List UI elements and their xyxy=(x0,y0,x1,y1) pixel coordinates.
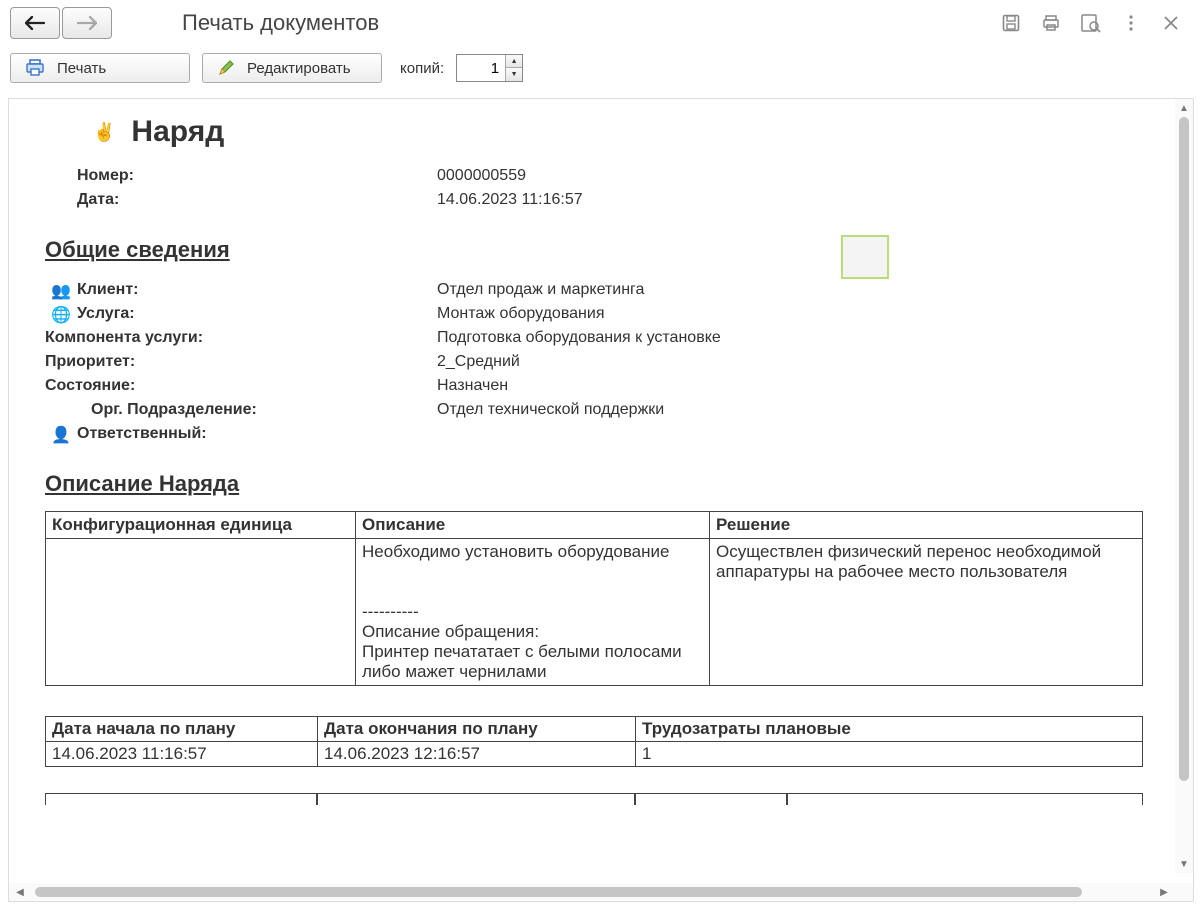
resp-label: Ответственный: xyxy=(77,425,437,443)
scroll-down-arrow[interactable]: ▼ xyxy=(1179,855,1189,873)
task-icon: ✌️ xyxy=(93,122,115,143)
printed-document: ✌️ Наряд Номер: 0000000559 Дата: 14.06.2… xyxy=(9,99,1193,883)
document-heading: Наряд xyxy=(131,115,224,149)
table1-h2: Описание xyxy=(356,512,710,539)
component-label: Компонента услуги: xyxy=(45,329,437,347)
print-button-label: Печать xyxy=(57,60,106,77)
save-icon[interactable] xyxy=(1000,12,1022,34)
more-icon[interactable] xyxy=(1120,12,1142,34)
users-icon: 👥 xyxy=(45,281,77,301)
globe-icon: 🌐 xyxy=(45,305,77,325)
scroll-left-arrow[interactable]: ◀ xyxy=(9,887,31,898)
scroll-thumb-v[interactable] xyxy=(1179,117,1189,781)
print-button[interactable]: Печать xyxy=(10,53,190,83)
image-placeholder xyxy=(841,235,889,279)
printer-icon xyxy=(25,59,45,77)
number-label: Номер: xyxy=(77,167,437,185)
person-icon: 👤 xyxy=(45,425,77,445)
copies-label: копий: xyxy=(400,60,444,77)
copies-input[interactable] xyxy=(457,55,505,81)
scroll-right-arrow[interactable]: ▶ xyxy=(1153,887,1175,898)
spinner-down[interactable]: ▼ xyxy=(506,68,522,81)
edit-button[interactable]: Редактировать xyxy=(202,53,382,83)
plan-h2: Дата окончания по плану xyxy=(318,717,636,742)
nav-forward-button[interactable] xyxy=(62,7,112,39)
edit-button-label: Редактировать xyxy=(247,60,351,77)
service-label: Услуга: xyxy=(77,305,437,323)
org-value: Отдел технической поддержки xyxy=(437,401,1157,419)
horizontal-scrollbar[interactable]: ◀ ▶ xyxy=(9,883,1175,901)
state-label: Состояние: xyxy=(45,377,437,395)
table1-h1: Конфигурационная единица xyxy=(46,512,356,539)
spinner-up[interactable]: ▲ xyxy=(506,55,522,68)
scroll-thumb-h[interactable] xyxy=(35,887,1082,897)
table1-r1c1 xyxy=(46,539,356,686)
plan-r1c1: 14.06.2023 11:16:57 xyxy=(46,742,318,767)
arrow-left-icon xyxy=(25,16,45,30)
pencil-icon xyxy=(217,59,235,77)
section-desc-title: Описание Наряда xyxy=(45,471,1157,497)
section-general-title: Общие сведения xyxy=(45,237,1157,263)
titlebar: Печать документов xyxy=(0,0,1202,46)
toolbar: Печать Редактировать копий: ▲ ▼ xyxy=(0,46,1202,90)
print-icon[interactable] xyxy=(1040,12,1062,34)
document-viewport: ✌️ Наряд Номер: 0000000559 Дата: 14.06.2… xyxy=(8,98,1194,902)
nav-back-button[interactable] xyxy=(10,7,60,39)
client-label: Клиент: xyxy=(77,281,437,299)
scroll-up-arrow[interactable]: ▲ xyxy=(1179,99,1189,117)
table1-h3: Решение xyxy=(710,512,1143,539)
preview-icon[interactable] xyxy=(1080,12,1102,34)
number-value: 0000000559 xyxy=(437,167,1157,185)
plan-h3: Трудозатраты плановые xyxy=(636,717,1143,742)
arrow-right-icon xyxy=(77,16,97,30)
date-label: Дата: xyxy=(77,191,437,209)
table-cutoff xyxy=(45,793,1157,805)
table1-r1c2: Необходимо установить оборудование -----… xyxy=(356,539,710,686)
plan-table: Дата начала по плану Дата окончания по п… xyxy=(45,716,1143,767)
priority-label: Приоритет: xyxy=(45,353,437,371)
description-table: Конфигурационная единица Описание Решени… xyxy=(45,511,1143,686)
vertical-scrollbar[interactable]: ▲ ▼ xyxy=(1175,99,1193,873)
date-value: 14.06.2023 11:16:57 xyxy=(437,191,1157,209)
plan-r1c3: 1 xyxy=(636,742,1143,767)
plan-h1: Дата начала по плану xyxy=(46,717,318,742)
org-label: Орг. Подразделение: xyxy=(77,401,437,419)
table1-r1c3: Осуществлен физический перенос необходим… xyxy=(710,539,1143,686)
plan-r1c2: 14.06.2023 12:16:57 xyxy=(318,742,636,767)
priority-value: 2_Средний xyxy=(437,353,1157,371)
client-value: Отдел продаж и маркетинга xyxy=(437,281,1157,299)
component-value: Подготовка оборудования к установке xyxy=(437,329,1157,347)
close-icon[interactable] xyxy=(1160,12,1182,34)
page-title: Печать документов xyxy=(182,10,990,36)
scroll-corner xyxy=(1175,883,1193,901)
copies-spinner[interactable]: ▲ ▼ xyxy=(456,54,523,82)
state-value: Назначен xyxy=(437,377,1157,395)
service-value: Монтаж оборудования xyxy=(437,305,1157,323)
